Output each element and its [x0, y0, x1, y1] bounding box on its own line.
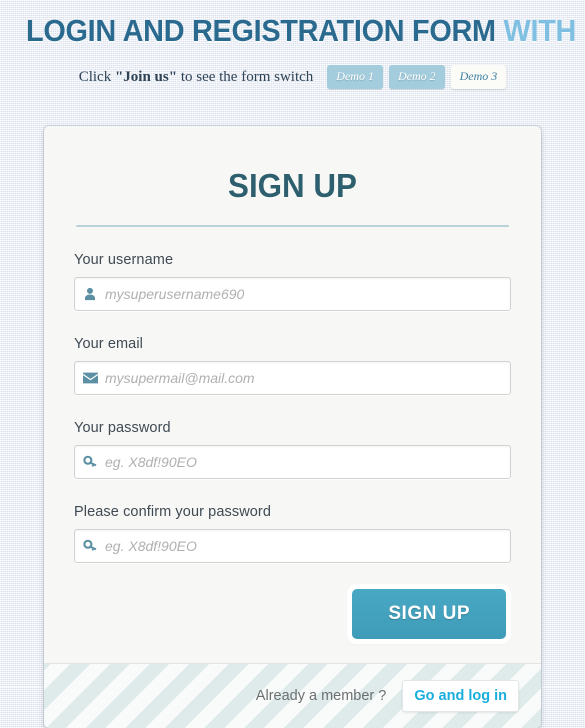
- signup-card: Sign up Your username Your email: [44, 126, 541, 728]
- instruction-text: Click "Join us" to see the form switch: [79, 69, 314, 86]
- signup-button[interactable]: Sign up: [352, 589, 506, 639]
- field-label-confirm-password: Please confirm your password: [74, 504, 272, 520]
- field-password: Your password: [74, 420, 511, 479]
- signup-card-body: Sign up Your username Your email: [44, 126, 541, 663]
- instruction-prefix: Click: [78, 68, 115, 85]
- envelope-icon: [75, 372, 105, 384]
- password-input-wrap[interactable]: [74, 445, 511, 479]
- page-header: Login and registration form with HTML5 a…: [0, 0, 585, 89]
- confirm-password-input-wrap[interactable]: [74, 529, 511, 563]
- page-title-sub: with HTML5 and CSS3: [503, 13, 585, 48]
- card-footer: Already a member ? Go and log in: [44, 663, 541, 728]
- subheader-row: Click "Join us" to see the form switch D…: [6, 65, 579, 89]
- demo-tabs: Demo 1 Demo 2 Demo 3: [327, 65, 507, 89]
- user-icon: [75, 287, 105, 301]
- email-input[interactable]: [105, 362, 510, 394]
- demo-tab-3[interactable]: Demo 3: [450, 65, 507, 89]
- field-label-username: Your username: [74, 252, 174, 268]
- footer-text: Already a member ?: [255, 688, 387, 704]
- field-label-email: Your email: [74, 336, 143, 352]
- field-username: Your username: [74, 252, 511, 311]
- key-icon: [75, 455, 105, 469]
- page-title: Login and registration form with HTML5 a…: [26, 13, 585, 48]
- page-title-main: Login and registration form: [26, 13, 496, 48]
- field-confirm-password: Please confirm your password: [74, 504, 511, 563]
- form-title: Sign up: [228, 167, 357, 204]
- go-and-log-in-button[interactable]: Go and log in: [402, 680, 519, 712]
- password-input[interactable]: [105, 446, 510, 478]
- demo-tab-2[interactable]: Demo 2: [388, 65, 445, 89]
- field-email: Your email: [74, 336, 511, 395]
- instruction-suffix: to see the form switch: [177, 68, 314, 85]
- submit-row: Sign up: [74, 589, 511, 639]
- email-input-wrap[interactable]: [74, 361, 511, 395]
- field-label-password: Your password: [74, 420, 171, 436]
- confirm-password-input[interactable]: [105, 530, 510, 562]
- demo-tab-1[interactable]: Demo 1: [327, 65, 383, 89]
- username-input-wrap[interactable]: [74, 277, 511, 311]
- key-icon: [75, 539, 105, 553]
- username-input[interactable]: [105, 278, 510, 310]
- form-title-divider: [76, 225, 509, 227]
- instruction-strong: "Join us": [114, 68, 178, 85]
